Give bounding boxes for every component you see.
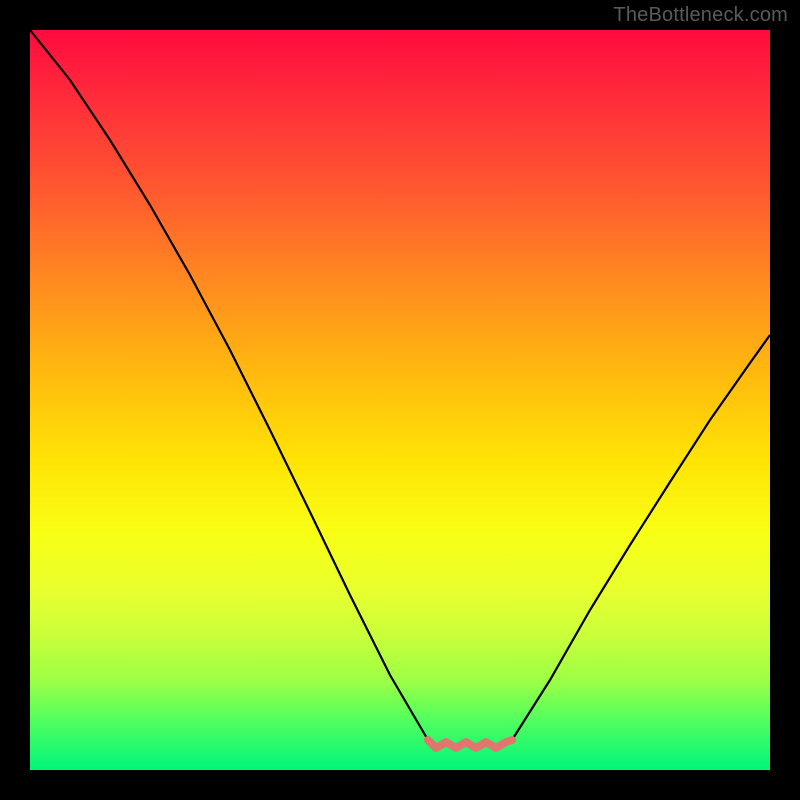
watermark-text: TheBottleneck.com — [613, 4, 788, 27]
gradient-background — [30, 30, 770, 770]
plot-area — [30, 30, 770, 770]
chart-stage: TheBottleneck.com — [0, 0, 800, 800]
